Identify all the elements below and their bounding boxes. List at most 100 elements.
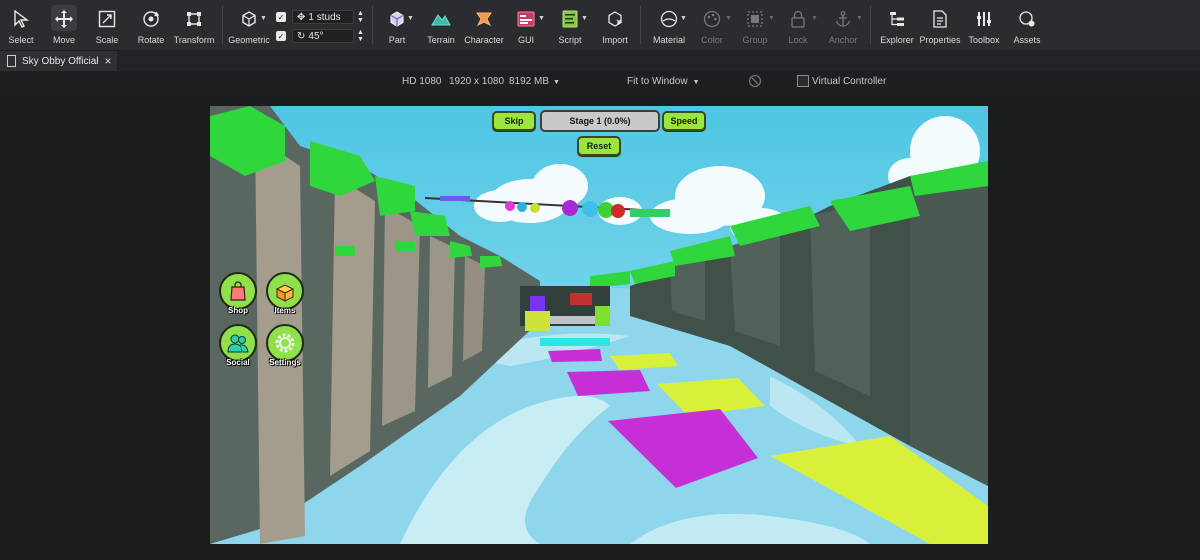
gui-icon	[515, 8, 537, 30]
terrain-icon	[430, 8, 452, 30]
material-button[interactable]: Material	[651, 0, 687, 50]
color-button[interactable]: Color	[697, 0, 727, 50]
gui-button[interactable]: GUI	[511, 0, 541, 50]
gear-icon	[266, 324, 304, 362]
part-label: Part	[388, 35, 406, 45]
shopping-bag-icon	[219, 272, 257, 310]
part-button[interactable]: Part	[381, 0, 413, 50]
social-button[interactable]: Social	[214, 324, 262, 374]
rotate-snap-control[interactable]: ✓ ↻ 45° ▲ ▼	[276, 28, 364, 44]
rotate-snap-checkbox[interactable]: ✓	[276, 31, 286, 41]
game-viewport[interactable]: Skip Stage 1 (0.0%) Speed Reset Shop Ite…	[210, 106, 988, 544]
obby-scene	[210, 106, 988, 544]
assets-label: Assets	[1013, 35, 1041, 45]
assets-button[interactable]: Assets	[1011, 0, 1043, 50]
anchor-button[interactable]: Anchor	[826, 0, 860, 50]
reset-button[interactable]: Reset	[577, 136, 621, 156]
lock-button[interactable]: Lock	[783, 0, 813, 50]
place-tab[interactable]: Sky Obby Official ×	[0, 51, 117, 71]
place-tab-title: Sky Obby Official	[22, 55, 99, 67]
resolution-text: 1920 x 1080	[449, 76, 505, 87]
device-select[interactable]: HD 1080	[402, 76, 441, 87]
script-icon	[559, 8, 581, 30]
properties-button[interactable]: Properties	[919, 0, 961, 50]
shop-label: Shop	[228, 306, 248, 315]
select-tool-button[interactable]: Select	[5, 0, 37, 50]
memory-value: 8192 MB	[509, 76, 550, 87]
rotate-snap-value: 45°	[308, 30, 324, 42]
gui-label: GUI	[517, 35, 534, 45]
group-button[interactable]: Group	[740, 0, 770, 50]
rotate-tool-button[interactable]: Rotate	[134, 0, 168, 50]
material-icon	[658, 8, 680, 30]
orientation-rotate-icon[interactable]	[748, 74, 762, 91]
import-icon	[604, 8, 626, 30]
import-button[interactable]: Import	[598, 0, 632, 50]
move-arrows-icon	[53, 8, 75, 30]
speed-button[interactable]: Speed	[662, 111, 706, 131]
shop-button[interactable]: Shop	[214, 272, 262, 322]
explorer-button[interactable]: Explorer	[878, 0, 916, 50]
properties-label: Properties	[919, 35, 961, 45]
color-label: Color	[701, 35, 723, 45]
geometric-cube-icon	[238, 8, 260, 30]
virtual-controller-checkbox[interactable]	[797, 75, 809, 87]
rotate-snap-field[interactable]: ↻ 45°	[292, 29, 354, 43]
script-button[interactable]: Script	[555, 0, 585, 50]
script-dropdown-caret[interactable]: ▼	[581, 15, 588, 22]
gui-dropdown-caret[interactable]: ▼	[538, 15, 545, 22]
move-snap-stepper-icon[interactable]: ▲ ▼	[357, 10, 364, 24]
settings-button[interactable]: Settings	[261, 324, 309, 374]
social-label: Social	[226, 358, 250, 367]
treasure-box-icon	[266, 272, 304, 310]
memory-select[interactable]: 8192 MB ▼	[509, 76, 560, 87]
virtual-controller-label: Virtual Controller	[812, 76, 887, 87]
import-label: Import	[602, 35, 628, 45]
part-dropdown-caret[interactable]: ▼	[407, 15, 414, 22]
character-icon	[473, 8, 495, 30]
character-button[interactable]: Character	[464, 0, 504, 50]
items-label: Items	[274, 306, 296, 315]
fit-caret-icon: ▼	[692, 79, 700, 86]
toolbox-label: Toolbox	[968, 35, 1000, 45]
people-icon	[219, 324, 257, 362]
rotate-snap-stepper-icon[interactable]: ▲ ▼	[357, 29, 364, 43]
move-snap-value: 1 studs	[308, 11, 341, 23]
close-tab-icon[interactable]: ×	[105, 54, 112, 68]
assets-icon	[1016, 8, 1038, 30]
move-tool-button[interactable]: Move	[48, 0, 80, 50]
lock-dropdown-caret[interactable]: ▼	[811, 15, 818, 22]
script-label: Script	[558, 35, 582, 45]
material-dropdown-caret[interactable]: ▼	[680, 15, 687, 22]
skip-stage-button[interactable]: Skip	[492, 111, 536, 131]
select-tool-label: Select	[8, 35, 34, 45]
terrain-button[interactable]: Terrain	[424, 0, 458, 50]
properties-icon	[929, 8, 951, 30]
geometric-mode-button[interactable]: Geometric	[228, 0, 270, 50]
items-button[interactable]: Items	[261, 272, 309, 322]
studio-toolbar: Select Move Scale Rotate Transform Geome…	[0, 0, 1200, 51]
rotate-snap-icon: ↻	[297, 30, 306, 42]
geometric-dropdown-caret[interactable]: ▼	[260, 15, 267, 22]
transform-tool-button[interactable]: Transform	[174, 0, 214, 50]
rotate-icon	[140, 8, 162, 30]
fit-select[interactable]: Fit to Window ▼	[627, 76, 700, 87]
group-dropdown-caret[interactable]: ▼	[768, 15, 775, 22]
anchor-icon	[832, 8, 854, 30]
group-icon	[744, 8, 766, 30]
terrain-label: Terrain	[427, 35, 455, 45]
settings-label: Settings	[269, 358, 301, 367]
scale-tool-button[interactable]: Scale	[91, 0, 123, 50]
move-snap-control[interactable]: ✓ ✥ 1 studs ▲ ▼	[276, 9, 364, 25]
scale-icon	[96, 8, 118, 30]
move-snap-checkbox[interactable]: ✓	[276, 12, 286, 22]
move-snap-field[interactable]: ✥ 1 studs	[292, 10, 354, 24]
device-emulation-bar: HD 1080 1920 x 1080 8192 MB ▼ Fit to Wind…	[0, 71, 1200, 93]
anchor-dropdown-caret[interactable]: ▼	[856, 15, 863, 22]
lock-label: Lock	[788, 35, 808, 45]
color-dropdown-caret[interactable]: ▼	[725, 15, 732, 22]
rotate-tool-label: Rotate	[137, 35, 165, 45]
toolbox-button[interactable]: Toolbox	[967, 0, 1001, 50]
character-label: Character	[464, 35, 504, 45]
explorer-label: Explorer	[880, 35, 914, 45]
